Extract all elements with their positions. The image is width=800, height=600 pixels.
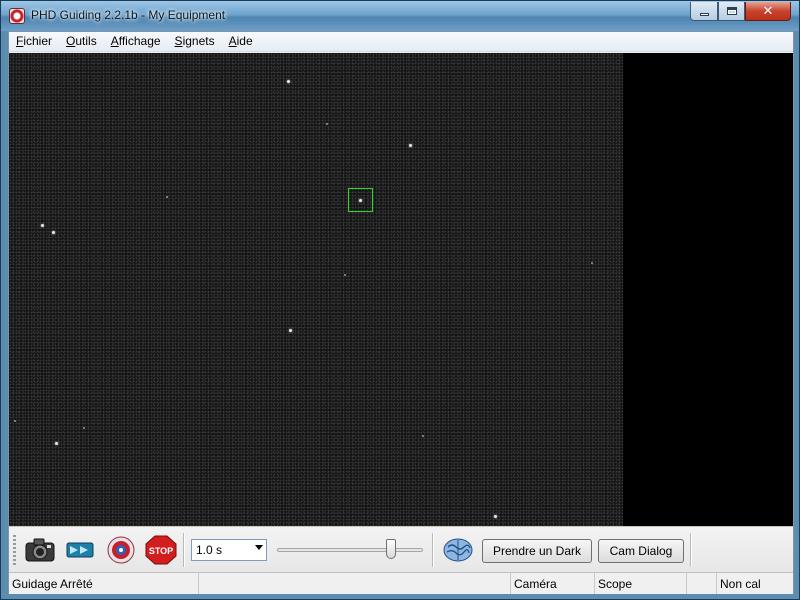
star <box>344 274 346 276</box>
menu-fichier[interactable]: Fichier <box>9 32 59 52</box>
app-window: PHD Guiding 2.2.1b - My Equipment ✕ Fich… <box>0 0 800 600</box>
star <box>52 231 55 234</box>
menu-affichage-accel: A <box>110 34 119 48</box>
brain-icon[interactable] <box>442 535 474 565</box>
star <box>409 144 412 147</box>
status-message <box>199 573 511 594</box>
menu-signets-label: ignets <box>182 34 215 48</box>
guide-camera-view[interactable] <box>9 53 793 526</box>
maximize-button[interactable] <box>718 2 745 21</box>
star <box>287 80 290 83</box>
star <box>591 262 593 264</box>
close-icon: ✕ <box>762 3 774 18</box>
status-blank <box>687 573 717 594</box>
exposure-duration-select[interactable]: 1.0 s <box>191 539 267 561</box>
maximize-icon <box>726 7 737 15</box>
minimize-icon <box>699 12 709 16</box>
status-scope: Scope <box>595 573 687 594</box>
loop-icon[interactable] <box>64 535 96 565</box>
toolbar: STOP 1.0 s Prendre un Dark Cam Dialog <box>9 526 793 572</box>
status-guiding: Guidage Arrêté <box>9 573 199 594</box>
client-area: Fichier Outils Affichage Signets Aide ST… <box>8 31 794 594</box>
menu-aide-accel: A <box>228 34 237 48</box>
menu-affichage[interactable]: Affichage <box>104 32 168 52</box>
toolbar-separator <box>690 533 692 567</box>
star <box>494 515 497 518</box>
status-camera: Caméra <box>511 573 595 594</box>
close-button[interactable]: ✕ <box>745 2 791 21</box>
app-icon[interactable] <box>9 8 25 24</box>
star <box>422 435 424 437</box>
toolbar-separator <box>183 533 185 567</box>
guide-star-selection-box[interactable] <box>348 188 373 212</box>
status-bar: Guidage Arrêté Caméra Scope Non cal <box>9 572 793 594</box>
toolbar-separator <box>432 533 434 567</box>
camera-icon[interactable] <box>24 535 56 565</box>
slider-track <box>277 548 423 552</box>
title-bar[interactable]: PHD Guiding 2.2.1b - My Equipment ✕ <box>1 1 799 31</box>
menu-outils[interactable]: Outils <box>59 32 104 52</box>
menu-fichier-label: ichier <box>23 34 53 48</box>
cam-dialog-button[interactable]: Cam Dialog <box>598 539 684 563</box>
take-dark-button[interactable]: Prendre un Dark <box>482 539 592 563</box>
stop-icon-label: STOP <box>149 546 173 556</box>
star <box>289 329 292 332</box>
star <box>55 442 58 445</box>
status-calibration: Non cal <box>720 577 761 591</box>
slider-thumb[interactable] <box>386 539 396 559</box>
minimize-button[interactable] <box>690 2 718 21</box>
toolbar-grip[interactable] <box>13 535 16 565</box>
window-title: PHD Guiding 2.2.1b - My Equipment <box>31 8 226 22</box>
menu-bar: Fichier Outils Affichage Signets Aide <box>9 32 793 52</box>
exposure-value: 1.0 s <box>196 543 223 557</box>
star <box>166 196 168 198</box>
menu-signets[interactable]: Signets <box>168 32 222 52</box>
gamma-slider[interactable] <box>277 537 423 563</box>
guide-target-icon[interactable] <box>105 535 137 565</box>
star <box>326 123 328 125</box>
guide-star <box>359 199 362 202</box>
menu-affichage-label: ffichage <box>118 34 161 48</box>
stop-icon[interactable]: STOP <box>145 535 177 565</box>
menu-aide[interactable]: Aide <box>222 32 260 52</box>
menu-outils-label: utils <box>75 34 97 48</box>
star <box>41 224 44 227</box>
chevron-down-icon <box>255 545 263 550</box>
menu-signets-accel: S <box>174 34 183 48</box>
star <box>14 420 16 422</box>
star <box>83 427 85 429</box>
menu-outils-accel: O <box>66 34 76 48</box>
menu-aide-label: ide <box>236 34 253 48</box>
star-field-image[interactable] <box>9 53 623 526</box>
